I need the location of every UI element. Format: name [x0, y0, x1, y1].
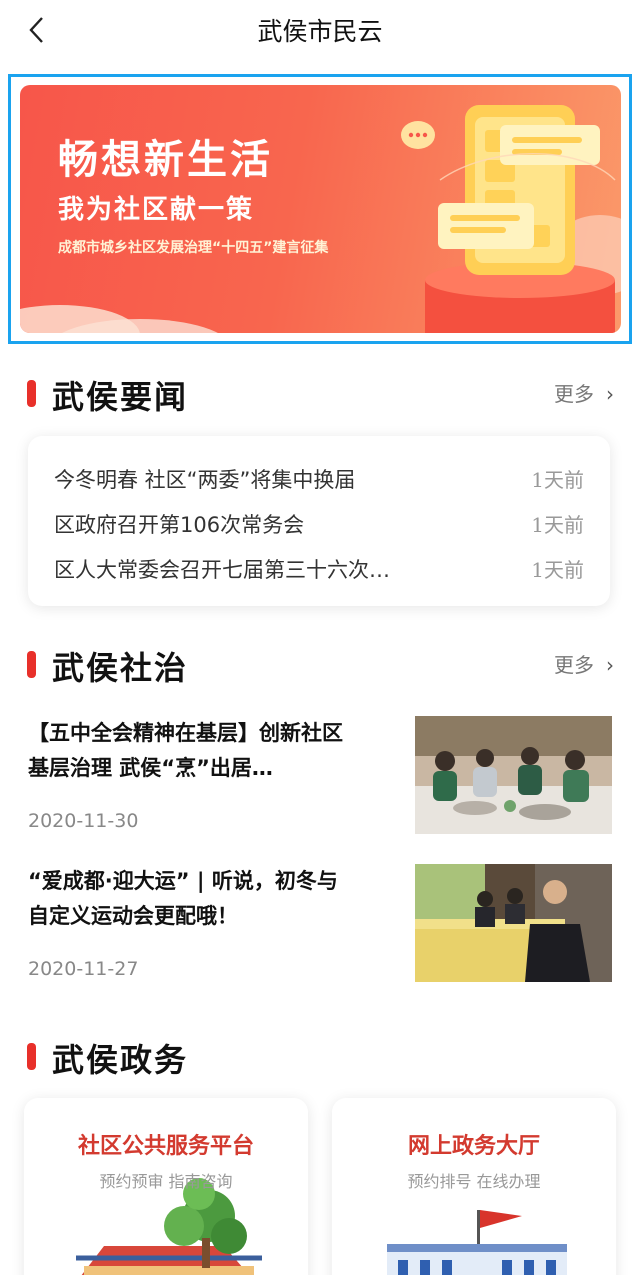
news-more-link[interactable]: 更多 ›	[554, 378, 614, 407]
news-item-title: 区政府召开第106次常务会	[54, 513, 305, 537]
gov-card-subtitle: 预约预审 指南咨询	[99, 1172, 233, 1191]
more-label: 更多	[554, 653, 594, 677]
news-item-title: 今冬明春 社区“两委”将集中换届	[54, 468, 356, 492]
banner-highlight-frame: 畅想新生活 我为社区献一策 成都市城乡社区发展治理“十四五”建言征集	[8, 74, 632, 344]
chevron-right-icon: ›	[606, 382, 614, 406]
gov-card-subtitle: 预约排号 在线办理	[407, 1172, 541, 1191]
gov-card-title: 网上政务大厅	[407, 1134, 540, 1159]
news-list-card: 今冬明春 社区“两委”将集中换届 1天前 区政府召开第106次常务会 1天前 区…	[28, 436, 610, 606]
page-title: 武侯市民云	[257, 17, 383, 46]
news-item-title: 区人大常委会召开七届第三十六次…	[54, 558, 390, 582]
article-title: “爱成都·迎大运” | 听说，初冬与自定义运动会更配哦！	[28, 869, 338, 928]
banner-headline: 畅想新生活	[58, 137, 273, 183]
article-thumbnail	[415, 864, 612, 982]
news-item[interactable]: 今冬明春 社区“两委”将集中换届 1天前	[54, 458, 584, 498]
online-gov-hall-card[interactable]: 网上政务大厅 预约排号 在线办理	[332, 1098, 616, 1275]
section-accent-bar	[27, 1043, 36, 1070]
community-section-title: 武侯社治	[52, 649, 189, 687]
news-section-header: 武侯要闻 更多 ›	[0, 368, 640, 418]
more-label: 更多	[554, 382, 594, 406]
article-item[interactable]: “爱成都·迎大运” | 听说，初冬与自定义运动会更配哦！ 2020-11-27	[28, 864, 612, 994]
news-item[interactable]: 区人大常委会召开七届第三十六次… 1天前	[54, 548, 584, 588]
gov-section-title: 武侯政务	[52, 1041, 189, 1079]
gov-card-title: 社区公共服务平台	[77, 1134, 254, 1159]
news-section-title: 武侯要闻	[52, 378, 189, 416]
news-item[interactable]: 区政府召开第106次常务会 1天前	[54, 503, 584, 543]
section-accent-bar	[27, 380, 36, 407]
promo-banner[interactable]: 畅想新生活 我为社区献一策 成都市城乡社区发展治理“十四五”建言征集	[20, 85, 621, 333]
community-service-card[interactable]: 社区公共服务平台 预约预审 指南咨询	[24, 1098, 308, 1275]
top-nav-bar: 武侯市民云	[0, 0, 640, 62]
article-date: 2020-11-27	[28, 958, 139, 980]
news-item-time: 1天前	[531, 558, 584, 582]
article-item[interactable]: 【五中全会精神在基层】创新社区基层治理 武侯“烹”出居… 2020-11-30	[28, 716, 612, 846]
gov-section-header: 武侯政务	[0, 1031, 640, 1081]
news-item-time: 1天前	[531, 468, 584, 492]
community-more-link[interactable]: 更多 ›	[554, 649, 614, 678]
banner-subheadline: 我为社区献一策	[58, 195, 255, 225]
news-item-time: 1天前	[531, 513, 584, 537]
section-accent-bar	[27, 651, 36, 678]
banner-caption: 成都市城乡社区发展治理“十四五”建言征集	[58, 240, 329, 256]
article-thumbnail	[415, 716, 612, 834]
chevron-right-icon: ›	[606, 653, 614, 677]
article-date: 2020-11-30	[28, 810, 139, 832]
article-title: 【五中全会精神在基层】创新社区基层治理 武侯“烹”出居…	[28, 721, 343, 780]
community-section-header: 武侯社治 更多 ›	[0, 639, 640, 689]
